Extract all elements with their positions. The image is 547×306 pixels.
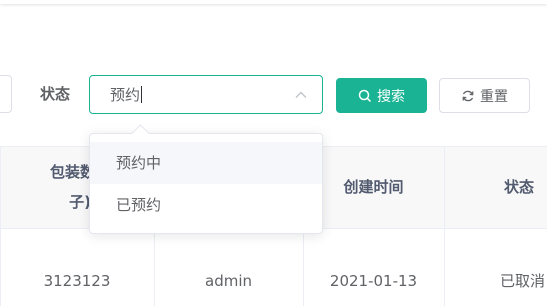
status-dropdown: 预约中 已预约 — [89, 124, 323, 234]
text-cursor — [141, 86, 143, 103]
search-icon — [358, 89, 372, 102]
column-header-status: 状态 — [503, 178, 534, 196]
reset-button-label: 重置 — [480, 88, 508, 105]
search-button[interactable]: 搜索 — [336, 78, 427, 113]
status-option-booking[interactable]: 预约中 — [90, 142, 322, 184]
table-cell-package-qty: 3123123 — [43, 272, 111, 290]
status-label: 状态 — [40, 85, 71, 103]
status-select-value: 预约 — [110, 86, 141, 104]
previous-filter-input[interactable] — [0, 75, 12, 113]
status-select-input[interactable]: 预约 — [110, 85, 143, 105]
search-button-label: 搜索 — [377, 88, 405, 105]
reset-button[interactable]: 重置 — [439, 78, 530, 113]
table-cell-status: 已取消 — [500, 272, 546, 290]
status-select[interactable]: 预约 — [89, 75, 323, 114]
table-cell-creator: admin — [205, 272, 252, 290]
dropdown-arrow — [131, 124, 150, 143]
refresh-icon — [462, 90, 474, 101]
column-header-created-time: 创建时间 — [343, 178, 404, 196]
table-cell-created-time: 2021-01-13 — [329, 272, 418, 290]
chevron-up-icon[interactable] — [294, 88, 308, 102]
top-bar — [0, 0, 547, 4]
status-option-booked[interactable]: 已预约 — [90, 184, 322, 226]
